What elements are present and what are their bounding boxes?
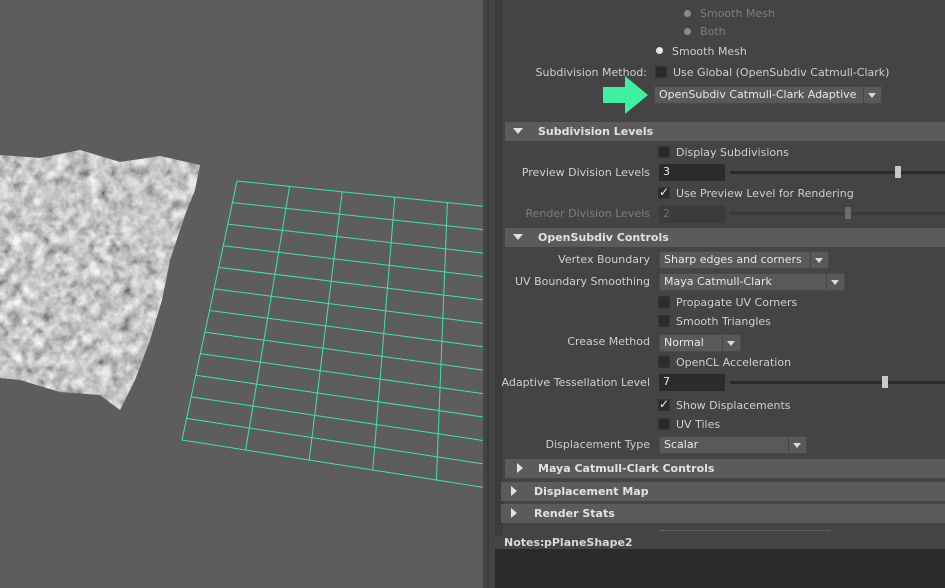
preview-division-field[interactable]: 3 — [659, 164, 725, 181]
uv-boundary-label: UV Boundary Smoothing — [515, 275, 650, 288]
chevron-down-icon — [863, 87, 880, 103]
collapse-triangle-icon — [513, 128, 523, 134]
wire-col-line — [181, 180, 238, 441]
displacement-type-value: Scalar — [664, 438, 699, 451]
display-subdivisions-label: Display Subdivisions — [676, 146, 789, 159]
section-title: OpenSubdiv Controls — [538, 231, 669, 244]
vertex-boundary-label: Vertex Boundary — [558, 253, 650, 266]
notes-label: Notes: — [504, 536, 545, 549]
attribute-editor-panel: Smooth Mesh Both Smooth Mesh Subdivision… — [495, 0, 945, 588]
collapse-triangle-icon — [513, 234, 523, 240]
radio-smooth-mesh[interactable] — [656, 47, 663, 54]
crease-method-dropdown[interactable]: Normal — [659, 334, 741, 352]
wire-col-line — [372, 197, 396, 471]
crease-method-label: Crease Method — [567, 335, 650, 348]
smooth-mesh-label: Smooth Mesh — [672, 45, 747, 58]
subdivision-method-dropdown[interactable]: OpenSubdiv Catmull-Clark Adaptive — [654, 86, 882, 104]
notes-textarea[interactable] — [495, 549, 945, 588]
crease-method-value: Normal — [664, 336, 704, 349]
wire-row-line — [232, 202, 483, 231]
3d-viewport[interactable] — [0, 0, 483, 588]
render-division-slider — [730, 212, 945, 215]
wire-col-line — [435, 202, 448, 481]
vertex-boundary-value: Sharp edges and corners — [664, 253, 802, 266]
section-title: Subdivision Levels — [538, 125, 654, 138]
propagate-uv-corners-checkbox[interactable] — [658, 296, 670, 308]
opencl-acceleration-checkbox[interactable] — [658, 356, 670, 368]
uv-boundary-dropdown[interactable]: Maya Catmull-Clark — [659, 273, 845, 291]
preview-division-slider-handle[interactable] — [895, 166, 901, 178]
smooth-triangles-label: Smooth Triangles — [676, 315, 771, 328]
chevron-down-icon — [810, 252, 827, 268]
section-maya-catmull-clark[interactable]: Maya Catmull-Clark Controls — [505, 459, 945, 478]
adaptive-tessellation-slider[interactable] — [730, 381, 945, 384]
render-division-label: Render Division Levels — [525, 207, 650, 220]
adaptive-tessellation-field[interactable]: 7 — [659, 374, 725, 391]
expand-triangle-icon — [511, 486, 517, 496]
use-global-label: Use Global (OpenSubdiv Catmull-Clark) — [673, 66, 890, 79]
smooth-mesh-dim-label: Smooth Mesh — [700, 7, 775, 20]
section-title: Displacement Map — [534, 485, 649, 498]
displaced-terrain-mesh — [0, 150, 200, 410]
viewport-scene — [0, 150, 483, 488]
preview-division-slider[interactable] — [730, 171, 945, 174]
opencl-acceleration-label: OpenCL Acceleration — [676, 356, 792, 369]
radio-both-dim[interactable] — [684, 28, 691, 35]
section-title: Render Stats — [534, 507, 615, 520]
chevron-down-icon — [826, 274, 843, 290]
uv-tiles-label: UV Tiles — [676, 418, 721, 431]
use-preview-level-checkbox[interactable] — [658, 185, 670, 199]
section-opensubdiv-controls[interactable]: OpenSubdiv Controls — [505, 228, 945, 247]
chevron-down-icon — [722, 335, 739, 351]
preview-division-label: Preview Division Levels — [521, 166, 650, 179]
propagate-uv-corners-label: Propagate UV Corners — [676, 296, 798, 309]
radio-smooth-mesh-dim[interactable] — [684, 10, 691, 17]
adaptive-tessellation-slider-handle[interactable] — [882, 376, 888, 388]
show-displacements-checkbox[interactable] — [658, 397, 670, 411]
wire-row-line — [236, 180, 483, 207]
render-division-field: 2 — [659, 206, 725, 223]
both-dim-label: Both — [700, 25, 726, 38]
expand-triangle-icon — [511, 508, 517, 518]
adaptive-tessellation-label: Adaptive Tessellation Level — [501, 376, 650, 389]
section-subdivision-levels[interactable]: Subdivision Levels — [505, 122, 945, 141]
displacement-type-label: Displacement Type — [545, 438, 650, 451]
wire-col-line — [308, 191, 343, 461]
render-division-slider-handle — [845, 207, 851, 219]
green-arrow-annotation — [603, 76, 648, 114]
chevron-down-icon — [788, 437, 805, 453]
use-global-checkbox[interactable] — [655, 66, 667, 78]
display-subdivisions-checkbox[interactable] — [658, 146, 670, 158]
smooth-triangles-checkbox[interactable] — [658, 315, 670, 327]
expand-triangle-icon — [517, 463, 523, 473]
displacement-type-dropdown[interactable]: Scalar — [659, 436, 807, 454]
section-render-stats[interactable]: Render Stats — [501, 504, 945, 523]
use-preview-level-label: Use Preview Level for Rendering — [676, 187, 854, 200]
subdivision-method-value: OpenSubdiv Catmull-Clark Adaptive — [659, 88, 857, 101]
show-displacements-label: Show Displacements — [676, 399, 791, 412]
uv-boundary-value: Maya Catmull-Clark — [664, 275, 772, 288]
vertex-boundary-dropdown[interactable]: Sharp edges and corners — [659, 251, 829, 269]
wire-row-line — [223, 245, 483, 277]
section-displacement-map[interactable]: Displacement Map — [501, 482, 945, 501]
plane-wireframe — [181, 180, 483, 488]
section-title: Maya Catmull-Clark Controls — [538, 462, 715, 475]
panel-left-strip — [495, 0, 503, 536]
panel-splitter[interactable] — [483, 0, 495, 588]
resize-handle-dots[interactable] — [660, 530, 830, 531]
uv-tiles-checkbox[interactable] — [658, 418, 670, 430]
notes-node-name: pPlaneShape2 — [544, 536, 633, 549]
